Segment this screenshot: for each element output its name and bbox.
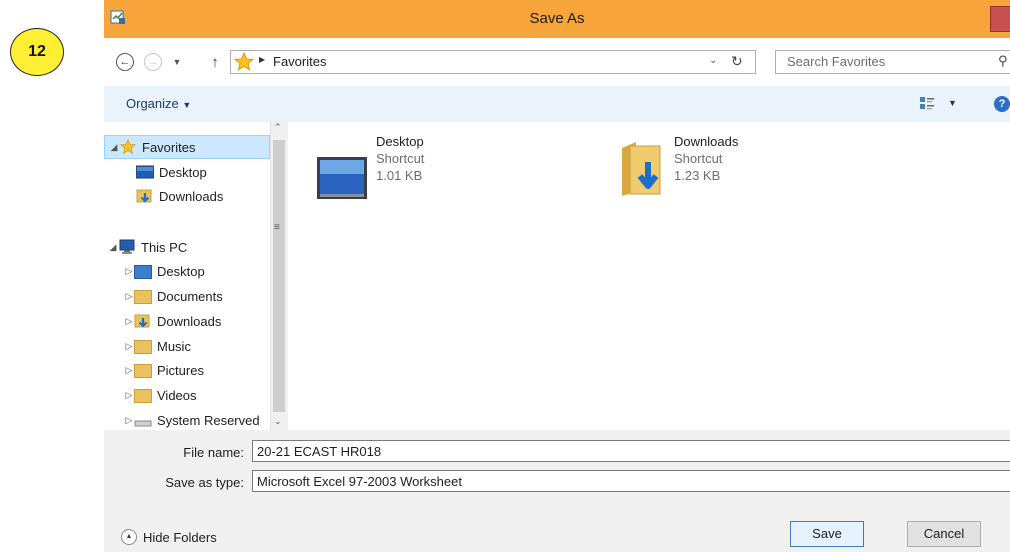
- back-arrow-icon: ←: [116, 53, 134, 71]
- collapsed-triangle-icon[interactable]: ▷: [124, 316, 134, 327]
- address-dropdown-icon[interactable]: ⌄: [709, 55, 717, 66]
- nav-item-label: This PC: [141, 239, 188, 255]
- nav-item-favorites[interactable]: ◢ Favorites: [104, 135, 270, 159]
- hide-folders-button[interactable]: ▲ Hide Folders: [121, 529, 217, 545]
- forward-arrow-icon: →: [144, 53, 162, 71]
- nav-item-downloads[interactable]: ▷ Downloads: [104, 309, 270, 333]
- nav-item-desktop[interactable]: ▷ Desktop: [104, 259, 270, 283]
- music-folder-icon: [134, 338, 152, 354]
- search-icon[interactable]: ⚲: [998, 53, 1008, 69]
- view-dropdown-icon[interactable]: ▼: [948, 98, 957, 108]
- back-button[interactable]: ←: [114, 51, 136, 73]
- nav-item-system-reserved[interactable]: ▷ System Reserved: [104, 408, 270, 430]
- cancel-button[interactable]: Cancel: [907, 521, 981, 547]
- nav-item-label: Downloads: [157, 313, 222, 329]
- nav-item-label: Desktop: [159, 164, 207, 180]
- nav-item-label: Desktop: [157, 263, 205, 279]
- collapsed-triangle-icon[interactable]: ▷: [124, 415, 134, 426]
- file-name-label: File name:: [183, 445, 244, 460]
- scroll-grip-icon: ≡: [274, 222, 280, 233]
- scrollbar-thumb[interactable]: [273, 140, 285, 412]
- content-area: ◢ Favorites Desktop Downloads ◢ This PC …: [104, 122, 1010, 430]
- desktop-icon: [136, 165, 154, 179]
- save-as-type-label: Save as type:: [165, 475, 244, 490]
- scroll-up-icon[interactable]: ⌃: [274, 122, 282, 133]
- save-form-panel: File name: 20-21 ECAST HR018 Save as typ…: [104, 430, 1010, 552]
- file-type: Shortcut: [376, 151, 425, 166]
- nav-item-music[interactable]: ▷ Music: [104, 334, 270, 358]
- view-options-icon: [920, 97, 934, 110]
- save-as-type-select[interactable]: Microsoft Excel 97-2003 Worksheet: [252, 470, 1010, 492]
- videos-folder-icon: [134, 387, 152, 403]
- scroll-down-icon[interactable]: ⌄: [274, 416, 282, 427]
- close-button[interactable]: [990, 6, 1010, 32]
- downloads-folder-icon: [134, 314, 150, 328]
- computer-icon: [119, 239, 135, 254]
- nav-item-label: Music: [157, 338, 191, 354]
- refresh-icon[interactable]: ↻: [731, 53, 743, 70]
- step-badge: 12: [10, 28, 64, 76]
- recent-locations-dropdown[interactable]: ▼: [166, 51, 188, 73]
- nav-item-documents[interactable]: ▷ Documents: [104, 284, 270, 308]
- nav-item-label: Pictures: [157, 362, 204, 378]
- save-as-dialog: Save As ← → ▼ ↑ ▶ Favorites ⌄ ↻ Search F…: [104, 0, 1010, 552]
- expanded-triangle-icon: ◢: [109, 241, 117, 252]
- search-placeholder: Search Favorites: [787, 54, 886, 69]
- window-title: Save As: [529, 10, 585, 27]
- star-icon: [119, 139, 137, 155]
- nav-item-pictures[interactable]: ▷ Pictures: [104, 358, 270, 382]
- address-box[interactable]: ▶ Favorites ⌄ ↻: [230, 50, 756, 74]
- desktop-folder-icon: [134, 263, 152, 279]
- expanded-triangle-icon: ◢: [110, 141, 118, 152]
- file-name: Desktop: [376, 134, 424, 149]
- nav-item-label: Documents: [157, 288, 223, 304]
- collapsed-triangle-icon[interactable]: ▷: [124, 266, 134, 277]
- documents-folder-icon: [134, 288, 152, 304]
- up-button[interactable]: ↑: [204, 51, 226, 73]
- file-name: Downloads: [674, 134, 739, 149]
- nav-item-favorites-downloads[interactable]: Downloads: [104, 184, 270, 208]
- file-type: Shortcut: [674, 151, 723, 166]
- nav-item-this-pc[interactable]: ◢ This PC: [104, 235, 270, 259]
- collapsed-triangle-icon[interactable]: ▷: [124, 291, 134, 302]
- up-arrow-icon: ↑: [211, 53, 219, 71]
- help-icon[interactable]: ?: [994, 96, 1010, 112]
- organize-label: Organize: [126, 96, 179, 111]
- change-view-button[interactable]: [919, 95, 935, 114]
- breadcrumb-favorites[interactable]: Favorites: [273, 54, 326, 69]
- nav-item-label: Favorites: [142, 139, 196, 155]
- pictures-folder-icon: [134, 362, 152, 378]
- nav-item-label: Downloads: [159, 188, 224, 204]
- navigation-scrollbar[interactable]: ⌃ ≡ ⌄: [270, 122, 288, 430]
- search-input[interactable]: Search Favorites ⚲: [775, 50, 1010, 74]
- save-button[interactable]: Save: [790, 521, 864, 547]
- collapsed-triangle-icon[interactable]: ▷: [124, 341, 134, 352]
- downloads-folder-icon: [136, 189, 152, 203]
- forward-button[interactable]: →: [142, 51, 164, 73]
- chevron-up-icon: ▲: [121, 529, 137, 545]
- nav-item-label: System Reserved: [157, 412, 260, 428]
- breadcrumb-separator-icon: ▶: [259, 55, 266, 64]
- collapsed-triangle-icon[interactable]: ▷: [124, 390, 134, 401]
- collapsed-triangle-icon[interactable]: ▷: [124, 365, 134, 376]
- navigation-pane: ◢ Favorites Desktop Downloads ◢ This PC …: [104, 122, 270, 430]
- file-size: 1.01 KB: [376, 168, 423, 183]
- nav-item-label: Videos: [157, 387, 197, 403]
- downloads-folder-icon: [622, 142, 661, 196]
- drive-icon: [134, 420, 152, 427]
- file-name-input[interactable]: 20-21 ECAST HR018: [252, 440, 1010, 462]
- nav-item-favorites-desktop[interactable]: Desktop: [104, 160, 270, 184]
- file-size: 1.23 KB: [674, 168, 721, 183]
- file-item-downloads[interactable]: Downloads Shortcut 1.23 KB: [614, 134, 874, 224]
- file-item-desktop[interactable]: Desktop Shortcut 1.01 KB: [312, 134, 572, 224]
- organize-button[interactable]: Organize ▼: [126, 96, 191, 111]
- command-toolbar: Organize ▼ ▼ ?: [104, 86, 1010, 122]
- chevron-down-icon: ▼: [182, 100, 192, 110]
- hide-folders-label: Hide Folders: [143, 529, 217, 545]
- chevron-down-icon: ▼: [172, 57, 182, 67]
- monitor-icon: [317, 157, 367, 199]
- nav-item-videos[interactable]: ▷ Videos: [104, 383, 270, 407]
- star-icon: [234, 52, 254, 71]
- navigation-bar: ← → ▼ ↑ ▶ Favorites ⌄ ↻ Search Favorites…: [104, 38, 1010, 86]
